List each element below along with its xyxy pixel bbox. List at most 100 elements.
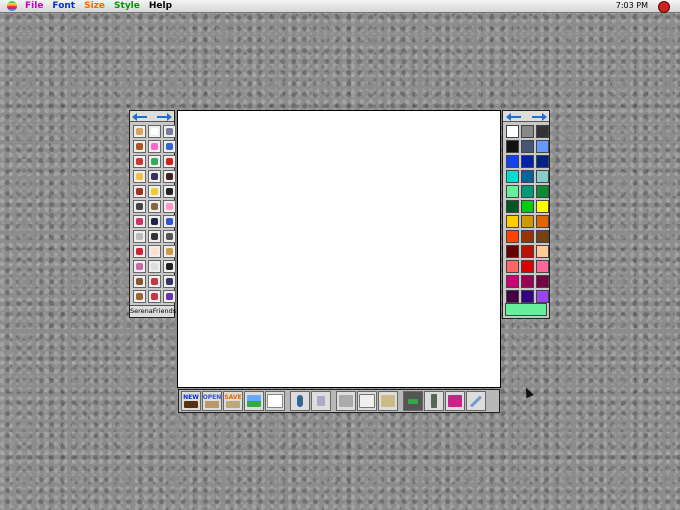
color-swatch[interactable] [521, 230, 534, 243]
menu-clock[interactable]: 7:03 PM [616, 1, 648, 10]
color-swatch[interactable] [521, 275, 534, 288]
paint-bucket-icon[interactable] [148, 125, 161, 138]
color-swatch[interactable] [521, 215, 534, 228]
color-swatch[interactable] [536, 170, 549, 183]
keyboard-icon[interactable] [163, 275, 176, 288]
pencil-icon[interactable] [133, 140, 146, 153]
new-button[interactable]: NEW [181, 391, 201, 411]
color-swatch[interactable] [506, 125, 519, 138]
picture-button[interactable] [244, 391, 264, 411]
color-swatch[interactable] [521, 200, 534, 213]
eraser-button[interactable] [403, 391, 423, 411]
color-swatch[interactable] [536, 260, 549, 273]
line-icon[interactable] [163, 140, 176, 153]
color-swatch[interactable] [536, 125, 549, 138]
menu-help[interactable]: Help [149, 1, 172, 11]
color-swatch[interactable] [506, 170, 519, 183]
drawing-canvas[interactable] [177, 110, 501, 388]
color-swatch[interactable] [536, 185, 549, 198]
hand-icon[interactable] [133, 125, 146, 138]
dust-button[interactable] [378, 391, 398, 411]
moon-icon[interactable] [148, 260, 161, 273]
burger-icon[interactable] [163, 245, 176, 258]
color-swatch[interactable] [536, 230, 549, 243]
flowers-icon[interactable] [148, 290, 161, 303]
ice-cream-icon[interactable] [148, 245, 161, 258]
color-swatch[interactable] [536, 245, 549, 258]
color-swatch[interactable] [521, 125, 534, 138]
sparkle-icon[interactable] [148, 140, 161, 153]
purse-icon[interactable] [148, 215, 161, 228]
save-button[interactable]: SAVE [223, 391, 243, 411]
menu-style[interactable]: Style [114, 1, 140, 11]
girl-brunette-icon[interactable] [163, 170, 176, 183]
color-swatch[interactable] [506, 155, 519, 168]
pig-icon[interactable] [163, 200, 176, 213]
brush-icon[interactable] [133, 290, 146, 303]
play-sound-button[interactable] [311, 391, 331, 411]
color-swatch[interactable] [521, 245, 534, 258]
color-swatch[interactable] [506, 245, 519, 258]
phone-icon[interactable] [163, 230, 176, 243]
drink-icon[interactable] [133, 260, 146, 273]
color-swatch[interactable] [521, 170, 534, 183]
color-swatch[interactable] [521, 260, 534, 273]
locker-icon[interactable] [133, 215, 146, 228]
sunglasses-icon[interactable] [163, 260, 176, 273]
checklist-button[interactable] [265, 391, 285, 411]
shapes-icon[interactable] [133, 155, 146, 168]
color-swatch[interactable] [506, 275, 519, 288]
erase-button[interactable] [336, 391, 356, 411]
apple-menu-icon[interactable] [7, 1, 17, 11]
girl-blonde-icon[interactable] [133, 170, 146, 183]
record-button[interactable] [290, 391, 310, 411]
color-swatch[interactable] [536, 140, 549, 153]
next-arrow-icon[interactable] [529, 112, 547, 121]
color-swatch[interactable] [506, 290, 519, 303]
cat-icon[interactable] [133, 200, 146, 213]
camera-icon[interactable] [148, 230, 161, 243]
color-swatch[interactable] [521, 290, 534, 303]
color-swatch[interactable] [536, 275, 549, 288]
comb-icon[interactable] [133, 275, 146, 288]
text-icon[interactable] [163, 155, 176, 168]
bow-icon[interactable] [148, 275, 161, 288]
previous-arrow-icon[interactable] [505, 112, 524, 121]
wand-button[interactable] [466, 391, 486, 411]
color-swatch[interactable] [506, 260, 519, 273]
color-swatch[interactable] [536, 155, 549, 168]
application-menu-icon[interactable] [658, 1, 670, 13]
girl-red-icon[interactable] [133, 185, 146, 198]
fill-pattern-icon[interactable] [148, 155, 161, 168]
color-swatch[interactable] [506, 230, 519, 243]
girl-yellow-icon[interactable] [148, 185, 161, 198]
color-swatch[interactable] [506, 185, 519, 198]
color-swatch[interactable] [506, 140, 519, 153]
open-button[interactable]: OPEN [202, 391, 222, 411]
color-swatch[interactable] [521, 140, 534, 153]
stamp-button[interactable] [424, 391, 444, 411]
lipstick-icon[interactable] [133, 245, 146, 258]
bag-icon[interactable] [163, 290, 176, 303]
clock-icon[interactable] [133, 230, 146, 243]
girl-dark-icon[interactable] [148, 170, 161, 183]
sound-icon[interactable] [163, 125, 176, 138]
color-swatch[interactable] [521, 155, 534, 168]
tool-set-label[interactable]: SerenaFriends [130, 305, 176, 317]
color-swatch[interactable] [536, 200, 549, 213]
color-swatch[interactable] [506, 215, 519, 228]
next-arrow-icon[interactable] [154, 112, 172, 121]
color-swatch[interactable] [536, 215, 549, 228]
girl-black-icon[interactable] [163, 185, 176, 198]
menu-font[interactable]: Font [52, 1, 75, 11]
dog-icon[interactable] [148, 200, 161, 213]
color-swatch[interactable] [506, 200, 519, 213]
layout-button[interactable] [357, 391, 377, 411]
character-button[interactable] [445, 391, 465, 411]
color-swatch[interactable] [521, 185, 534, 198]
color-swatch[interactable] [536, 290, 549, 303]
book-icon[interactable] [163, 215, 176, 228]
menu-file[interactable]: File [25, 1, 43, 11]
previous-arrow-icon[interactable] [132, 112, 150, 121]
menu-size[interactable]: Size [84, 1, 105, 11]
